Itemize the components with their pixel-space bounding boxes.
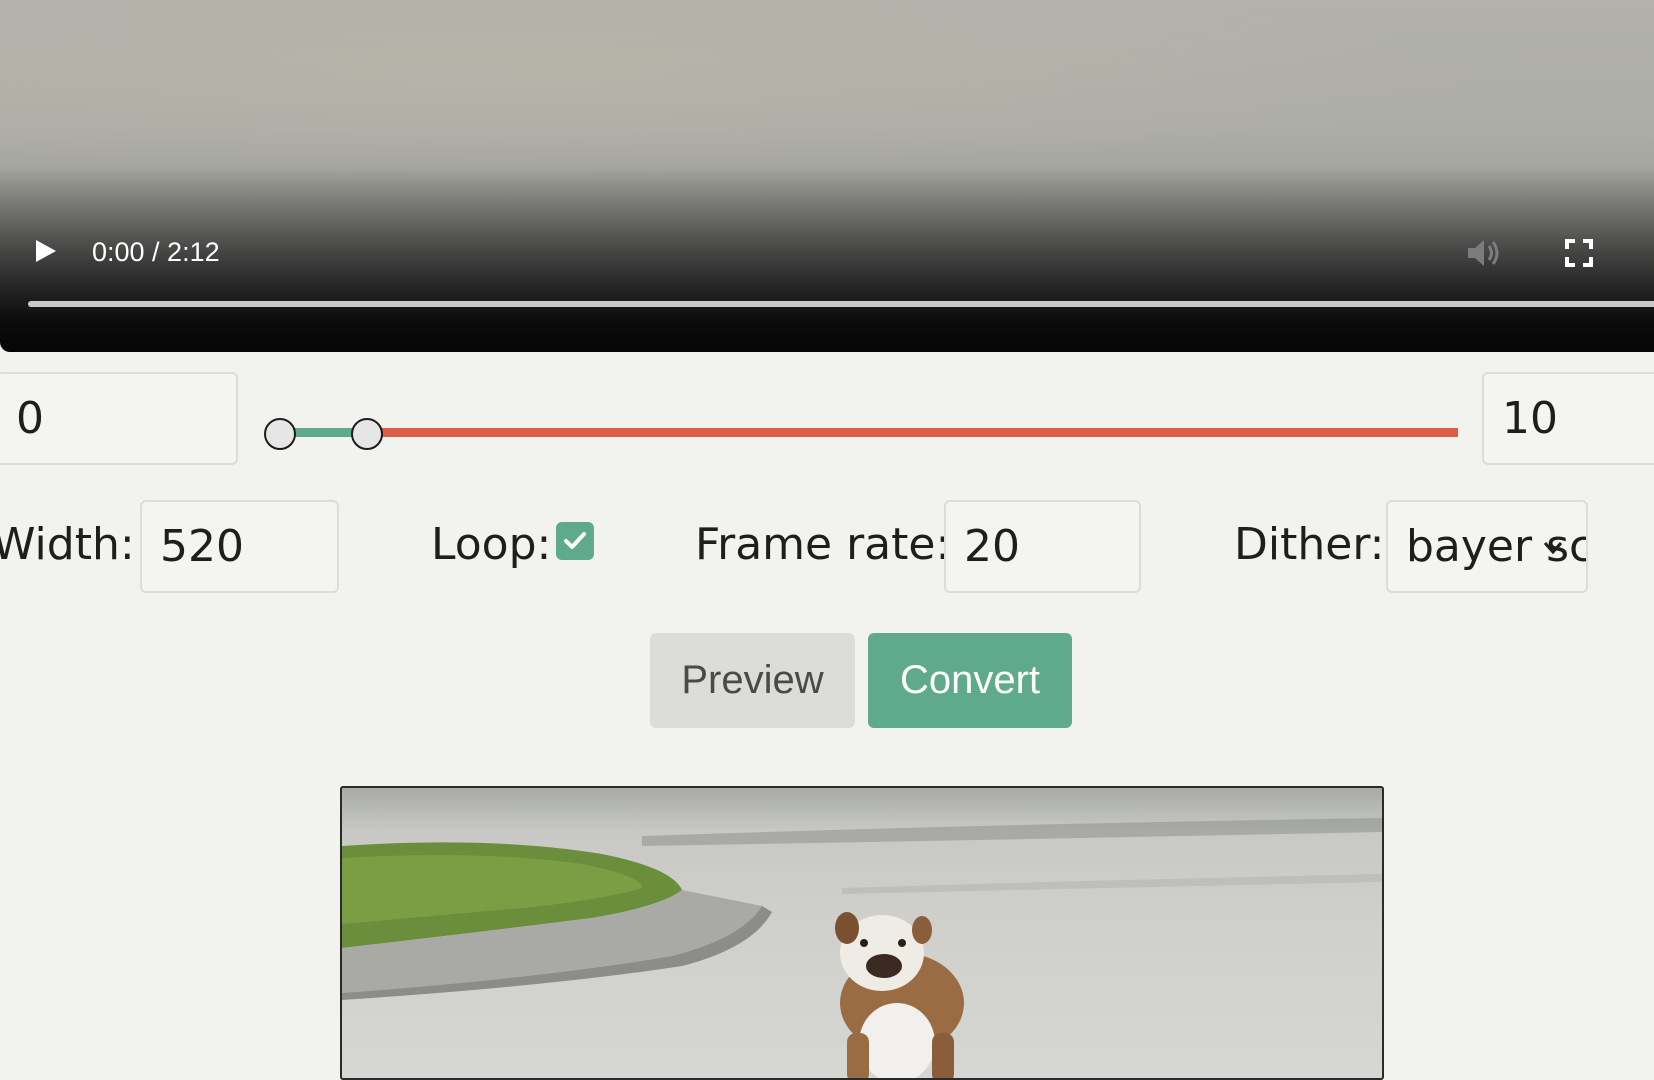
dither-select[interactable]: bayer sc [1386,500,1588,593]
time-display: 0:00 / 2:12 [92,237,220,267]
video-frame [0,0,1654,192]
play-button[interactable] [30,236,60,266]
loop-label: Loop: [431,519,552,570]
checkmark-icon [564,532,586,549]
end-time-input[interactable]: 10 [1482,372,1654,465]
range-end-handle[interactable] [351,418,383,450]
seek-bar[interactable] [28,301,1654,307]
preview-button[interactable]: Preview [650,633,855,728]
preview-scene [342,818,1382,1078]
video-player[interactable]: 0:00 / 2:12 [0,0,1654,352]
frame-rate-label: Frame rate: [695,519,951,570]
volume-icon [1468,240,1499,266]
fullscreen-icon [1565,239,1593,267]
end-time-value: 10 [1502,393,1558,444]
frame-rate-input[interactable]: 20 [944,500,1141,593]
width-label: Width: [0,519,135,570]
output-preview-image [340,786,1384,1080]
start-time-value: 0 [16,393,44,444]
volume-button[interactable] [1466,236,1502,270]
width-value: 520 [160,521,244,572]
loop-checkbox[interactable] [556,522,594,560]
fullscreen-button[interactable] [1564,238,1594,268]
dither-label: Dither: [1234,519,1385,570]
range-start-handle[interactable] [264,418,296,450]
range-track[interactable] [366,428,1458,437]
chevron-down-icon [1543,542,1563,555]
start-time-input[interactable]: 0 [0,372,238,465]
play-icon [36,240,56,262]
frame-rate-value: 20 [964,521,1020,572]
width-input[interactable]: 520 [140,500,339,593]
convert-button[interactable]: Convert [868,633,1072,728]
